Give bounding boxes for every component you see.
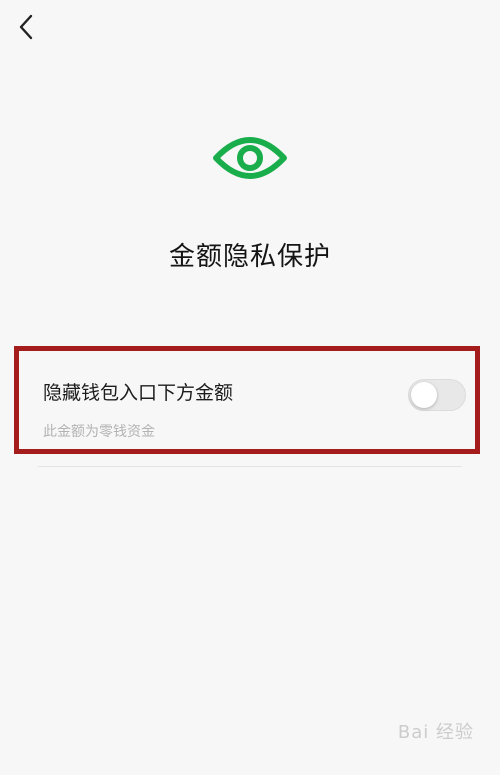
eye-icon bbox=[213, 137, 287, 179]
setting-label: 隐藏钱包入口下方金额 bbox=[43, 382, 234, 404]
setting-row-hide-balance: 隐藏钱包入口下方金额 此金额为零钱资金 bbox=[14, 346, 480, 454]
divider bbox=[38, 466, 462, 467]
toggle-knob bbox=[411, 382, 437, 408]
hide-balance-toggle[interactable] bbox=[408, 379, 466, 411]
back-button[interactable] bbox=[10, 10, 42, 44]
chevron-left-icon bbox=[19, 14, 33, 40]
setting-description: 此金额为零钱资金 bbox=[43, 424, 155, 440]
watermark: Bai 经验 bbox=[397, 722, 474, 743]
page-title: 金额隐私保护 bbox=[168, 242, 331, 272]
